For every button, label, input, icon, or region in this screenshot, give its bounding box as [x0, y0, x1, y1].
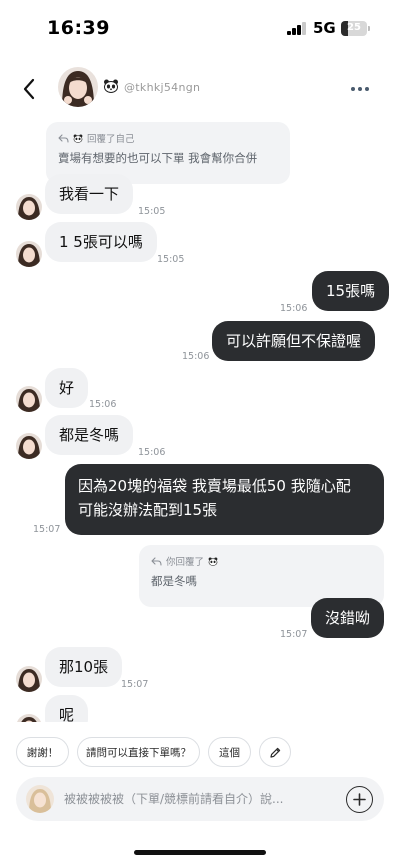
user-avatar[interactable] — [26, 785, 54, 813]
sender-avatar[interactable] — [16, 194, 42, 220]
panda-emoji-icon — [208, 556, 218, 566]
battery-percent: 25 — [347, 22, 361, 33]
panda-emoji-icon — [104, 79, 118, 93]
message-timestamp: 15:07 — [121, 679, 149, 690]
add-attachment-button[interactable] — [346, 786, 373, 813]
add-plus-icon — [353, 793, 366, 806]
quick-reply-chip[interactable]: 請問可以直接下單嗎？ — [77, 737, 200, 767]
status-bar: 16:39 5G 25 — [0, 0, 400, 58]
message-timestamp: 15:06 — [138, 447, 166, 458]
battery-cap — [368, 26, 370, 31]
message-list[interactable]: 回覆了自己 賣場有想要的也可以下單 我會幫你合併 我看一下 15:05 1 5張… — [0, 116, 400, 722]
status-time: 16:39 — [47, 17, 110, 39]
message-bubble-incoming[interactable]: 呢 — [45, 695, 89, 722]
reply-label: 你回覆了 — [166, 557, 205, 568]
sender-avatar[interactable] — [16, 666, 42, 692]
message-line: 可能沒辦法配到15張 — [78, 501, 218, 519]
message-bubble-incoming[interactable]: 1 5張可以嗎 — [45, 222, 157, 262]
message-bubble-outgoing[interactable]: 因為20塊的福袋 我賣場最低50 我隨心配 可能沒辦法配到15張 — [65, 464, 384, 535]
reply-header: 你回覆了 — [151, 554, 372, 568]
message-bubble-incoming[interactable]: 我看一下 — [45, 174, 134, 214]
panda-emoji-icon — [73, 133, 83, 143]
message-line: 因為20塊的福袋 我賣場最低50 我隨心配 — [78, 477, 351, 495]
quick-reply-chip[interactable]: 謝謝！ — [16, 737, 69, 767]
message-bubble-outgoing[interactable]: 可以許願但不保證喔 — [212, 321, 376, 361]
edit-pencil-icon — [269, 747, 280, 758]
message-timestamp: 15:05 — [138, 206, 166, 217]
message-bubble-incoming[interactable]: 好 — [45, 368, 89, 408]
message-timestamp: 15:05 — [157, 254, 185, 265]
sender-avatar[interactable] — [16, 714, 42, 722]
reply-header: 回覆了自己 — [58, 131, 278, 145]
more-options-button[interactable] — [348, 84, 372, 94]
message-bubble-outgoing[interactable]: 沒錯呦 — [311, 598, 385, 638]
message-timestamp: 15:07 — [280, 629, 308, 640]
reply-quoted-text: 都是冬嗎 — [151, 574, 197, 588]
reply-arrow-icon — [151, 556, 162, 566]
sender-avatar[interactable] — [16, 386, 42, 412]
back-chevron-icon — [23, 78, 35, 100]
message-timestamp: 15:06 — [280, 303, 308, 314]
signal-icon — [287, 22, 307, 35]
contact-username[interactable]: @tkhkj54ngn — [124, 81, 200, 94]
message-bubble-outgoing[interactable]: 15張嗎 — [312, 271, 390, 311]
message-timestamp: 15:06 — [182, 351, 210, 362]
message-bubble-incoming[interactable]: 那10張 — [45, 647, 123, 687]
reply-label: 回覆了自己 — [87, 134, 135, 145]
message-input[interactable] — [64, 777, 336, 821]
sender-avatar[interactable] — [16, 433, 42, 459]
contact-avatar[interactable] — [58, 67, 98, 107]
quick-reply-bar: 謝謝！ 請問可以直接下單嗎？ 這個 — [16, 737, 291, 767]
message-composer — [16, 777, 384, 821]
chat-header: @tkhkj54ngn — [0, 62, 400, 116]
reply-quoted-text: 賣場有想要的也可以下單 我會幫你合併 — [58, 151, 258, 165]
battery-icon: 25 — [341, 21, 367, 36]
sender-avatar[interactable] — [16, 241, 42, 267]
edit-quick-replies-button[interactable] — [259, 737, 291, 767]
reply-arrow-icon — [58, 133, 69, 143]
message-timestamp: 15:07 — [33, 524, 61, 535]
network-label: 5G — [313, 19, 336, 37]
home-indicator[interactable] — [134, 850, 266, 855]
message-timestamp: 15:06 — [89, 399, 117, 410]
message-bubble-incoming[interactable]: 都是冬嗎 — [45, 415, 134, 455]
back-button[interactable] — [14, 74, 44, 104]
more-dots-icon — [351, 87, 355, 91]
quick-reply-chip[interactable]: 這個 — [208, 737, 251, 767]
